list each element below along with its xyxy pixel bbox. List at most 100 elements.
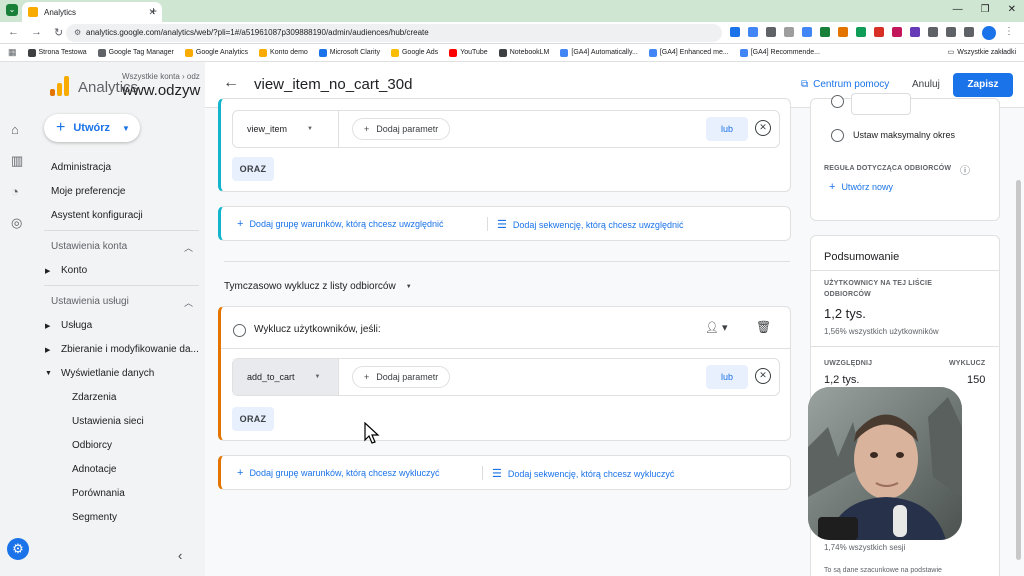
expand-arrow-icon[interactable]: ▶ [45,346,50,354]
expand-arrow-icon[interactable]: ▶ [45,322,50,330]
add-include-sequence-link[interactable]: ☰ Dodaj sekwencję, którą chcesz uwzględn… [497,218,683,231]
extension-icon[interactable] [946,27,956,37]
collapse-arrow-icon[interactable]: ▼ [45,370,52,377]
account-name[interactable]: www.odzyw [122,82,204,99]
duration-radio[interactable] [831,95,844,108]
add-parameter-button[interactable]: + Dodaj parametr [352,118,451,140]
nav-item-data-display[interactable]: Wyświetlanie danych [61,368,154,379]
bookmark-item[interactable]: Konto demo [259,48,308,57]
nav-item-property[interactable]: Usługa [61,320,92,331]
nav-item-preferences[interactable]: Moje preferencje [51,186,125,197]
exclude-event-select[interactable]: add_to_cart ▼ [233,359,339,395]
or-button[interactable]: lub [706,117,748,141]
user-scope-icon[interactable]: 👤︎ ▾ [705,321,728,334]
duration-input[interactable] [851,93,911,115]
collapse-nav-icon[interactable]: ‹ [178,548,182,563]
back-icon[interactable]: ← [8,26,19,39]
home-icon[interactable]: ⌂ [11,122,19,137]
all-bookmarks[interactable]: ▭ Wszystkie zakładki [948,48,1016,57]
admin-gear-icon[interactable]: ⚙ [7,538,29,560]
browser-tab-analytics[interactable]: Analytics ✕ [22,2,162,22]
bookmark-item[interactable]: YouTube [449,48,488,57]
bookmark-item[interactable]: NotebookLM [498,48,549,57]
tab-search-icon[interactable]: ⌄ [6,4,18,16]
remove-condition-icon[interactable]: ✕ [755,120,771,136]
explore-icon[interactable]: ◔ [11,184,19,199]
nav-item-data-collection[interactable]: Zbieranie i modyfikowanie da... [61,344,199,355]
browser-menu-icon[interactable]: ⋮ [1004,26,1014,37]
close-window-icon[interactable]: ✕ [1008,4,1016,15]
extensions-puzzle-icon[interactable] [964,27,974,37]
and-button[interactable]: ORAZ [232,407,274,431]
minimize-icon[interactable]: — [953,4,963,15]
account-breadcrumb[interactable]: Wszystkie konta › odz [122,72,200,81]
extension-filter-icon[interactable] [730,27,740,37]
cancel-button[interactable]: Anuluj [912,79,940,90]
max-duration-radio[interactable] [831,129,844,142]
extension-icon[interactable] [820,27,830,37]
apps-grid-icon[interactable]: ▦ [8,47,17,58]
nav-item-administration[interactable]: Administracja [51,162,111,173]
nav-section-account[interactable]: Ustawienia konta [51,241,127,252]
add-exclude-sequence-link[interactable]: ☰ Dodaj sekwencję, którą chcesz wykluczy… [492,467,674,480]
and-button[interactable]: ORAZ [232,157,274,181]
panel-scrollbar[interactable] [1016,180,1021,560]
profile-avatar[interactable] [982,26,996,40]
save-button[interactable]: Zapisz [953,73,1013,97]
extension-icon[interactable] [892,27,902,37]
youtube-icon [449,48,458,57]
nav-sub-audiences[interactable]: Odbiorcy [72,440,112,451]
bookmark-item[interactable]: Google Analytics [184,48,248,57]
extension-icon[interactable] [802,27,812,37]
bookmark-item[interactable]: [GA4] Enhanced me... [648,48,729,57]
back-arrow-icon[interactable]: ← [223,74,239,92]
extension-icon[interactable] [910,27,920,37]
reload-icon[interactable]: ↻ [54,26,63,39]
remove-condition-icon[interactable]: ✕ [755,368,771,384]
add-exclude-group-link[interactable]: + Dodaj grupę warunków, którą chcesz wyk… [237,467,440,479]
nav-sub-annotations[interactable]: Adnotacje [72,464,116,475]
nav-item-setup-assistant[interactable]: Asystent konfiguracji [51,210,143,221]
create-button[interactable]: + Utwórz ▼ [44,114,140,142]
site-info-icon[interactable]: ⚙ [74,24,81,42]
extension-icon[interactable] [748,27,758,37]
forward-icon[interactable]: → [31,26,42,39]
new-tab-icon[interactable]: + [150,4,157,18]
nav-sub-events[interactable]: Zdarzenia [72,392,116,403]
expand-arrow-icon[interactable]: ▶ [45,267,50,275]
extension-icon[interactable] [856,27,866,37]
reports-icon[interactable]: ▥ [11,153,23,169]
url-field[interactable]: ⚙ analytics.google.com/analytics/web/?pl… [66,24,722,42]
exclude-type-select[interactable]: Tymczasowo wyklucz z listy odbiorców ▼ [224,281,412,292]
include-event-select[interactable]: view_item ▼ [233,111,339,147]
bookmark-item[interactable]: Google Ads [390,48,438,57]
nav-sub-comparisons[interactable]: Porównania [72,488,125,499]
help-icon[interactable]: ⓘ [960,162,970,177]
bookmark-item[interactable]: Google Tag Manager [97,48,174,57]
add-include-group-link[interactable]: + Dodaj grupę warunków, którą chcesz uwz… [237,218,444,230]
advertising-icon[interactable]: ◎ [11,215,22,231]
chevron-up-icon[interactable]: ︿ [184,241,193,254]
extension-icon[interactable] [874,27,884,37]
audience-name[interactable]: view_item_no_cart_30d [254,76,412,93]
nav-sub-segments[interactable]: Segmenty [72,512,117,523]
bookmark-item[interactable]: Strona Testowa [27,48,87,57]
extension-icon[interactable] [928,27,938,37]
extension-icon[interactable] [784,27,794,37]
exclude-radio[interactable] [233,324,246,337]
maximize-icon[interactable]: ❐ [981,4,990,15]
extension-icon[interactable] [838,27,848,37]
create-trigger-link[interactable]: + Utwórz nowy [829,181,893,193]
help-center-link[interactable]: ⧉ Centrum pomocy [801,79,889,90]
bookmark-item[interactable]: [GA4] Recommende... [739,48,820,57]
or-button[interactable]: lub [706,365,748,389]
chevron-up-icon[interactable]: ︿ [184,296,193,309]
add-parameter-button[interactable]: + Dodaj parametr [352,366,451,388]
nav-sub-web-settings[interactable]: Ustawienia sieci [72,416,144,427]
nav-item-account[interactable]: Konto [61,265,87,276]
delete-icon[interactable]: 🗑︎ [756,320,771,334]
bookmark-item[interactable]: [GA4] Automatically... [560,48,638,57]
extension-icon[interactable] [766,27,776,37]
nav-section-property[interactable]: Ustawienia usługi [51,296,129,307]
bookmark-item[interactable]: Microsoft Clarity [318,48,380,57]
